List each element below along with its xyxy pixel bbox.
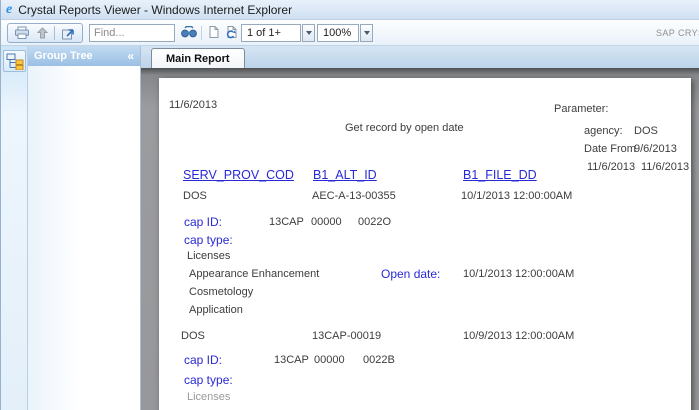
binoculars-icon bbox=[181, 26, 197, 38]
cap-id-part: 0022B bbox=[363, 354, 395, 366]
zoom-level-field[interactable]: 100% bbox=[317, 24, 359, 42]
record-b1-file-dd: 10/1/2013 12:00:00AM bbox=[461, 190, 572, 202]
open-date-label: Open date: bbox=[381, 267, 440, 281]
sap-crystal-brand-label: SAP CRYS bbox=[656, 28, 699, 38]
export-icon bbox=[61, 27, 76, 40]
chevron-down-icon bbox=[306, 31, 312, 35]
find-input[interactable] bbox=[89, 24, 175, 42]
tab-label: Main Report bbox=[166, 53, 230, 65]
page-indicator-value: 1 of 1+ bbox=[247, 27, 281, 39]
arrow-up-button[interactable] bbox=[36, 25, 49, 41]
window-title: Crystal Reports Viewer - Windows Interne… bbox=[18, 3, 292, 17]
report-viewport: 11/6/2013 Get record by open date Parame… bbox=[141, 68, 699, 410]
group-tree-icon bbox=[6, 53, 24, 70]
open-date-value: 10/1/2013 12:00:00AM bbox=[463, 268, 574, 280]
toolbar-separator bbox=[54, 26, 55, 40]
cap-id-part: 00000 bbox=[314, 354, 345, 366]
zoom-dropdown-button[interactable] bbox=[360, 24, 373, 42]
cap-id-part: 0022O bbox=[358, 216, 391, 228]
arrow-up-icon bbox=[37, 27, 48, 39]
content-area: Group Tree « Main Report 11/6/2013 Get r… bbox=[1, 46, 699, 410]
parameter-value: 11/6/2013 bbox=[641, 161, 689, 173]
cap-id-part: 00000 bbox=[311, 216, 342, 228]
parameter-label: agency: bbox=[584, 125, 623, 137]
chevron-down-icon bbox=[364, 31, 370, 35]
tab-strip: Main Report bbox=[141, 46, 699, 68]
cap-id-part: 13CAP bbox=[274, 354, 309, 366]
group-tree-toggle-button[interactable] bbox=[3, 50, 26, 72]
page-indicator-dropdown-button[interactable] bbox=[302, 24, 315, 42]
report-title: Get record by open date bbox=[345, 122, 464, 134]
report-page: 11/6/2013 Get record by open date Parame… bbox=[159, 78, 691, 410]
record-b1-alt-id: 13CAP-00019 bbox=[312, 330, 381, 342]
print-button[interactable] bbox=[13, 25, 31, 41]
cap-id-label: cap ID: bbox=[184, 353, 222, 367]
column-header-b1-file-dd: B1_FILE_DD bbox=[463, 168, 537, 182]
group-tree-panel: Group Tree « bbox=[28, 46, 141, 410]
print-export-button-group bbox=[7, 23, 83, 43]
group-tree-title: Group Tree bbox=[34, 50, 127, 62]
cap-id-label: cap ID: bbox=[184, 215, 222, 229]
find-search-button[interactable] bbox=[179, 24, 199, 42]
cap-type-item: Cosmetology bbox=[189, 286, 253, 298]
crystal-reports-viewer-window: e Crystal Reports Viewer - Windows Inter… bbox=[0, 0, 699, 410]
parameter-label: 11/6/2013 bbox=[587, 161, 635, 173]
title-bar: e Crystal Reports Viewer - Windows Inter… bbox=[1, 0, 699, 20]
internet-explorer-icon: e bbox=[6, 3, 12, 17]
page-indicator-field[interactable]: 1 of 1+ bbox=[241, 24, 301, 42]
toolbar-separator bbox=[201, 26, 202, 40]
parameter-value: DOS bbox=[634, 125, 658, 137]
cap-type-item: Application bbox=[189, 304, 243, 316]
go-to-page-button[interactable] bbox=[223, 24, 239, 42]
report-print-date: 11/6/2013 bbox=[169, 99, 217, 111]
parameter-label: Date From bbox=[584, 143, 636, 155]
page-icon bbox=[208, 25, 220, 39]
record-b1-file-dd: 10/9/2013 12:00:00AM bbox=[463, 330, 574, 342]
zoom-level-value: 100% bbox=[323, 27, 351, 39]
column-header-serv-prov-cod: SERV_PROV_COD bbox=[183, 168, 294, 182]
go-to-page-icon bbox=[225, 25, 238, 39]
cap-type-item: Licenses bbox=[187, 391, 230, 403]
record-b1-alt-id: AEC-A-13-00355 bbox=[312, 190, 396, 202]
record-serv-prov-cod: DOS bbox=[181, 330, 205, 342]
cap-id-part: 13CAP bbox=[269, 216, 304, 228]
printer-icon bbox=[14, 26, 30, 40]
main-report-area: Main Report 11/6/2013 Get record by open… bbox=[141, 46, 699, 410]
parameter-heading: Parameter: bbox=[554, 103, 608, 115]
column-header-b1-alt-id: B1_ALT_ID bbox=[313, 168, 377, 182]
side-icon-strip bbox=[1, 46, 28, 410]
toolbar: 1 of 1+ 100% SAP CRYS bbox=[1, 20, 699, 46]
cap-type-item: Licenses bbox=[187, 250, 230, 262]
tab-main-report[interactable]: Main Report bbox=[151, 48, 245, 68]
cap-type-item: Appearance Enhancement bbox=[189, 268, 319, 280]
export-button[interactable] bbox=[60, 25, 77, 41]
parameter-value: 9/6/2013 bbox=[634, 143, 677, 155]
record-serv-prov-cod: DOS bbox=[183, 190, 207, 202]
group-tree-header: Group Tree « bbox=[28, 46, 140, 66]
group-tree-body bbox=[28, 66, 140, 410]
prev-page-button[interactable] bbox=[206, 24, 222, 42]
collapse-panel-button[interactable]: « bbox=[127, 50, 134, 62]
cap-type-label: cap type: bbox=[184, 373, 233, 387]
cap-type-label: cap type: bbox=[184, 233, 233, 247]
